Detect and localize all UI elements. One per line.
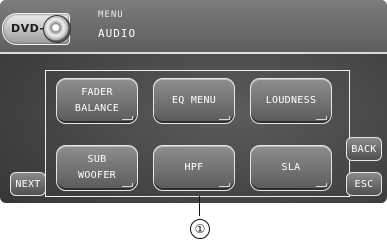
- callout-line: [199, 196, 200, 216]
- sub-woofer-button[interactable]: SUB WOOFER: [56, 145, 138, 191]
- page-subtitle: AUDIO: [98, 27, 137, 40]
- display-screen: DVD-V MENU AUDIO FADER BALANCE EQ MENU L…: [0, 0, 387, 203]
- fader-balance-button[interactable]: FADER BALANCE: [56, 78, 138, 124]
- back-button[interactable]: BACK: [346, 137, 382, 161]
- hpf-button[interactable]: HPF: [153, 145, 235, 191]
- esc-button[interactable]: ESC: [346, 172, 382, 196]
- page-title: MENU: [98, 10, 124, 20]
- loudness-button[interactable]: LOUDNESS: [250, 78, 332, 124]
- next-button[interactable]: NEXT: [10, 172, 46, 196]
- header-bar: DVD-V MENU AUDIO: [0, 0, 387, 54]
- source-badge[interactable]: DVD-V: [2, 13, 71, 45]
- disc-icon: [43, 15, 71, 43]
- sla-button[interactable]: SLA: [250, 145, 332, 191]
- callout-number: ①: [190, 219, 210, 239]
- eq-menu-button[interactable]: EQ MENU: [153, 78, 235, 124]
